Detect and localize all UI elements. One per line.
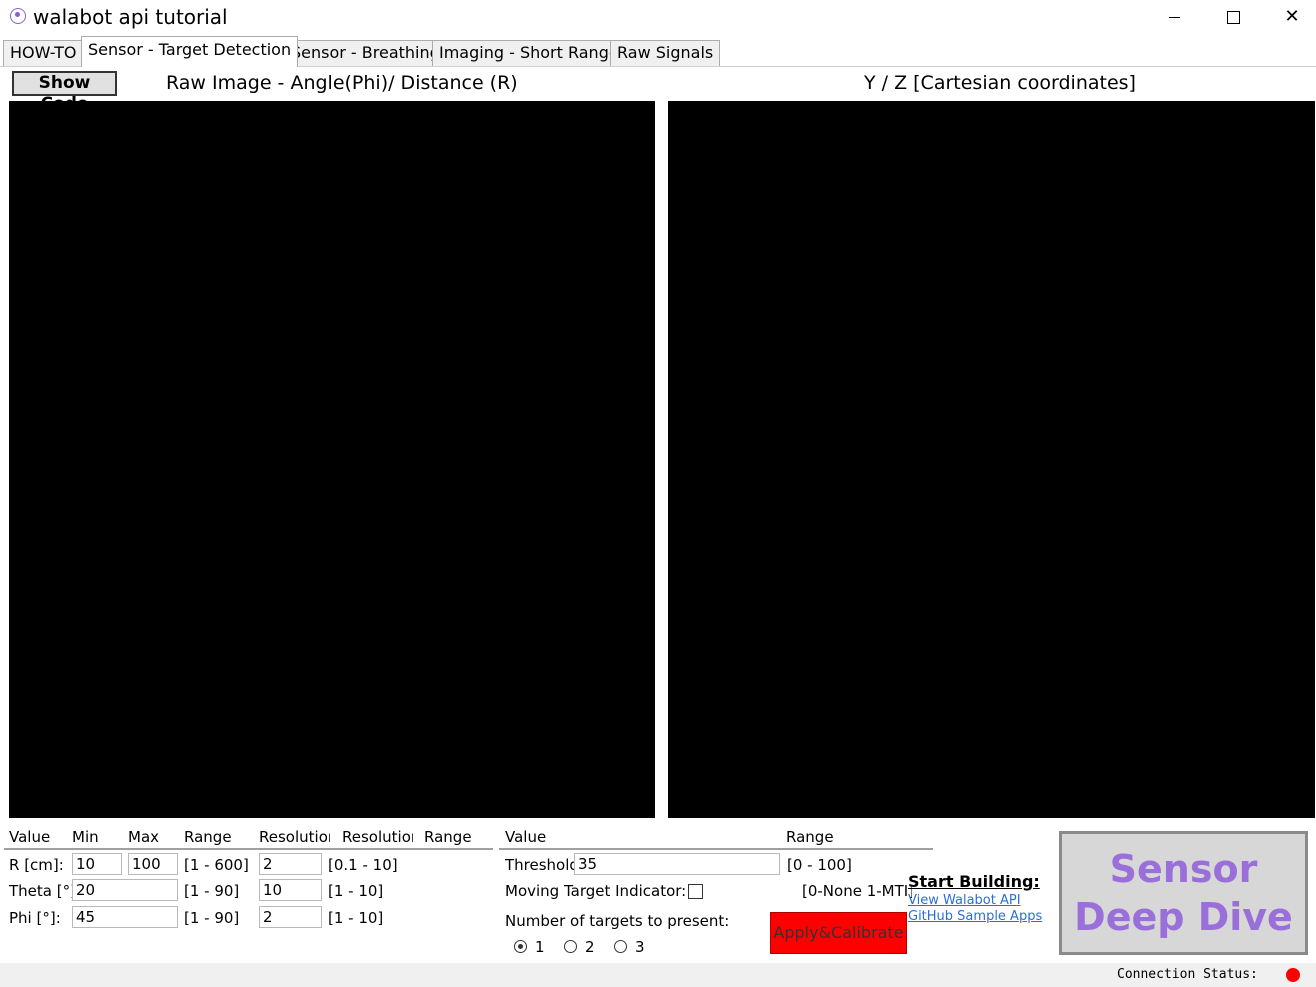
minimize-button[interactable]	[1145, 0, 1203, 34]
maximize-button[interactable]	[1204, 0, 1262, 34]
r-resolution-range: [0.1 - 10]	[328, 856, 398, 874]
app-icon	[10, 8, 26, 24]
view-walabot-api-link[interactable]: View Walabot API	[908, 893, 1021, 909]
arena-header-range-2: Range	[424, 828, 472, 846]
phi-resolution-range: [1 - 10]	[328, 909, 384, 927]
phi-label: Phi [°]:	[9, 909, 61, 927]
targets-radio-3[interactable]	[614, 940, 627, 953]
apply-calibrate-button[interactable]: Apply&Calibrate	[770, 912, 907, 954]
targets-radio-1-label: 1	[535, 938, 545, 956]
mti-label: Moving Target Indicator:	[505, 882, 687, 900]
targets-radio-1[interactable]	[514, 940, 527, 953]
show-code-button[interactable]: Show Code	[12, 71, 117, 114]
arena-header-min: Min	[72, 828, 99, 846]
phi-input[interactable]: 45	[72, 906, 178, 928]
threshold-label: Threshold:	[505, 856, 575, 874]
r-min-input[interactable]: 10	[72, 853, 122, 875]
r-range: [1 - 600]	[184, 856, 249, 874]
tab-imaging-short-range[interactable]: Imaging - Short Range	[432, 40, 626, 66]
yz-canvas	[668, 101, 1315, 818]
window-title: walabot api tutorial	[33, 5, 228, 29]
processing-header-value: Value	[505, 828, 547, 846]
targets-label: Number of targets to present:	[505, 912, 730, 930]
processing-header-range: Range	[786, 828, 834, 846]
start-building-heading: Start Building:	[908, 872, 1040, 891]
theta-resolution-range: [1 - 10]	[328, 882, 384, 900]
sensor-deep-dive-button[interactable]: Sensor Deep Dive	[1059, 831, 1308, 955]
targets-radio-2-label: 2	[585, 938, 595, 956]
threshold-input[interactable]: 35	[574, 853, 780, 875]
targets-radio-3-label: 3	[635, 938, 645, 956]
connection-status-indicator	[1286, 968, 1300, 982]
theta-resolution-input[interactable]: 10	[259, 879, 322, 901]
arena-header-divider	[4, 848, 493, 850]
phi-resolution-input[interactable]: 2	[259, 906, 322, 928]
close-icon: ✕	[1284, 6, 1300, 27]
phi-range: [1 - 90]	[184, 909, 240, 927]
arena-header-resolution-2: Resolution	[342, 828, 413, 846]
deep-dive-line1: Sensor	[1109, 847, 1258, 891]
deep-dive-line2: Deep Dive	[1074, 895, 1293, 939]
close-button[interactable]: ✕	[1263, 0, 1316, 34]
theta-range: [1 - 90]	[184, 882, 240, 900]
arena-header-resolution: Resolution	[259, 828, 330, 846]
theta-label: Theta [°]:	[9, 882, 81, 900]
yz-title: Y / Z [Cartesian coordinates]	[864, 72, 1136, 94]
connection-status-label: Connection Status:	[1117, 967, 1258, 982]
minimize-icon	[1168, 16, 1180, 18]
github-sample-apps-link[interactable]: GitHub Sample Apps	[908, 909, 1042, 925]
targets-radio-2[interactable]	[564, 940, 577, 953]
theta-input[interactable]: 20	[72, 879, 178, 901]
raw-image-title: Raw Image - Angle(Phi)/ Distance (R)	[166, 72, 518, 94]
processing-header-divider	[499, 848, 933, 850]
arena-header-range: Range	[184, 828, 232, 846]
tab-how-to[interactable]: HOW-TO	[3, 40, 84, 66]
tab-sensor-breathing[interactable]: Sensor - Breathing	[284, 40, 447, 66]
r-resolution-input[interactable]: 2	[259, 853, 322, 875]
arena-header-value: Value	[9, 828, 51, 846]
r-max-input[interactable]: 100	[128, 853, 178, 875]
tab-raw-signals[interactable]: Raw Signals	[610, 40, 721, 66]
mti-range: [0-None 1-MTI]	[802, 882, 912, 900]
r-label: R [cm]:	[9, 856, 64, 874]
maximize-icon	[1226, 10, 1240, 24]
tab-sensor-target-detection[interactable]: Sensor - Target Detection	[81, 36, 299, 67]
arena-header-max: Max	[128, 828, 160, 846]
mti-checkbox[interactable]	[688, 884, 703, 899]
raw-image-canvas	[9, 101, 655, 818]
threshold-range: [0 - 100]	[787, 856, 852, 874]
